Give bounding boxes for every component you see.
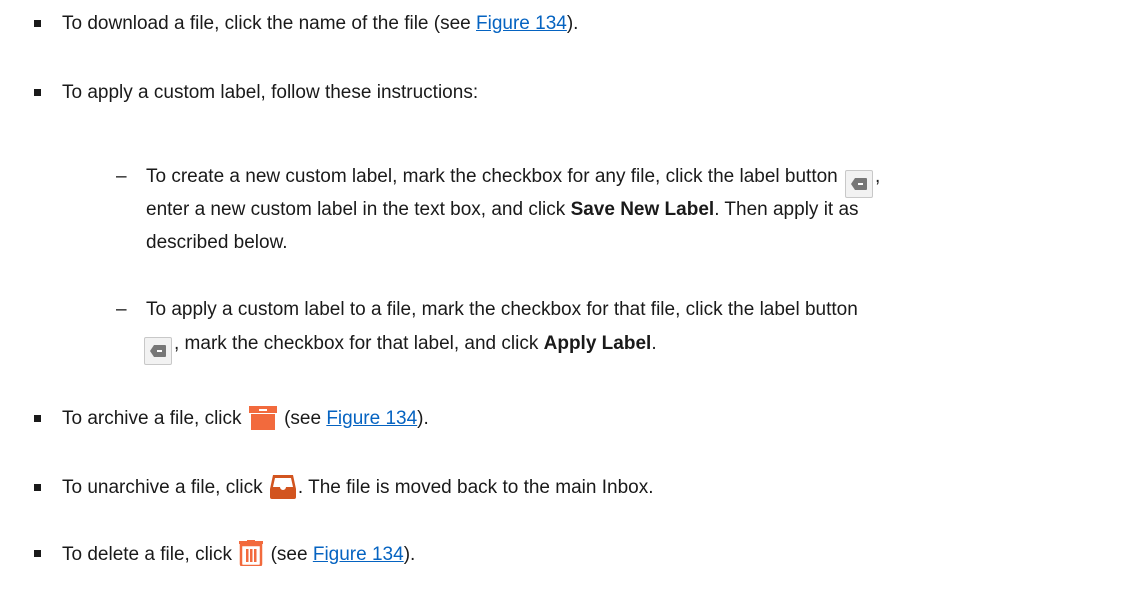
item-text: To create a new custom label, mark the c… — [146, 163, 880, 198]
item-text: , mark the checkbox for that label, and … — [142, 330, 657, 365]
item-text: To apply a custom label, follow these in… — [62, 82, 479, 103]
figure-link[interactable]: Figure 134 — [326, 408, 417, 429]
item-text: described below. — [146, 232, 288, 253]
unarchive-icon — [269, 475, 296, 507]
item-text: To download a file, click the name of th… — [62, 13, 579, 34]
bullet-marker — [34, 484, 41, 491]
item-text: To unarchive a file, click . The file is… — [62, 474, 653, 507]
label-icon — [845, 170, 874, 198]
figure-link[interactable]: Figure 134 — [313, 544, 404, 565]
bullet-marker — [34, 20, 41, 27]
dash-marker: – — [116, 299, 127, 320]
bullet-marker — [34, 550, 41, 557]
archive-icon — [248, 406, 277, 438]
item-text: To delete a file, click (see Figure 134)… — [62, 540, 415, 574]
item-text: enter a new custom label in the text box… — [146, 199, 859, 220]
trash-icon — [239, 540, 264, 574]
label-icon — [144, 337, 172, 365]
bullet-marker — [34, 89, 41, 96]
figure-link[interactable]: Figure 134 — [476, 13, 567, 34]
bullet-marker — [34, 415, 41, 422]
dash-marker: – — [116, 166, 127, 187]
item-text: To archive a file, click (see Figure 134… — [62, 405, 429, 438]
item-text: To apply a custom label to a file, mark … — [146, 299, 858, 320]
